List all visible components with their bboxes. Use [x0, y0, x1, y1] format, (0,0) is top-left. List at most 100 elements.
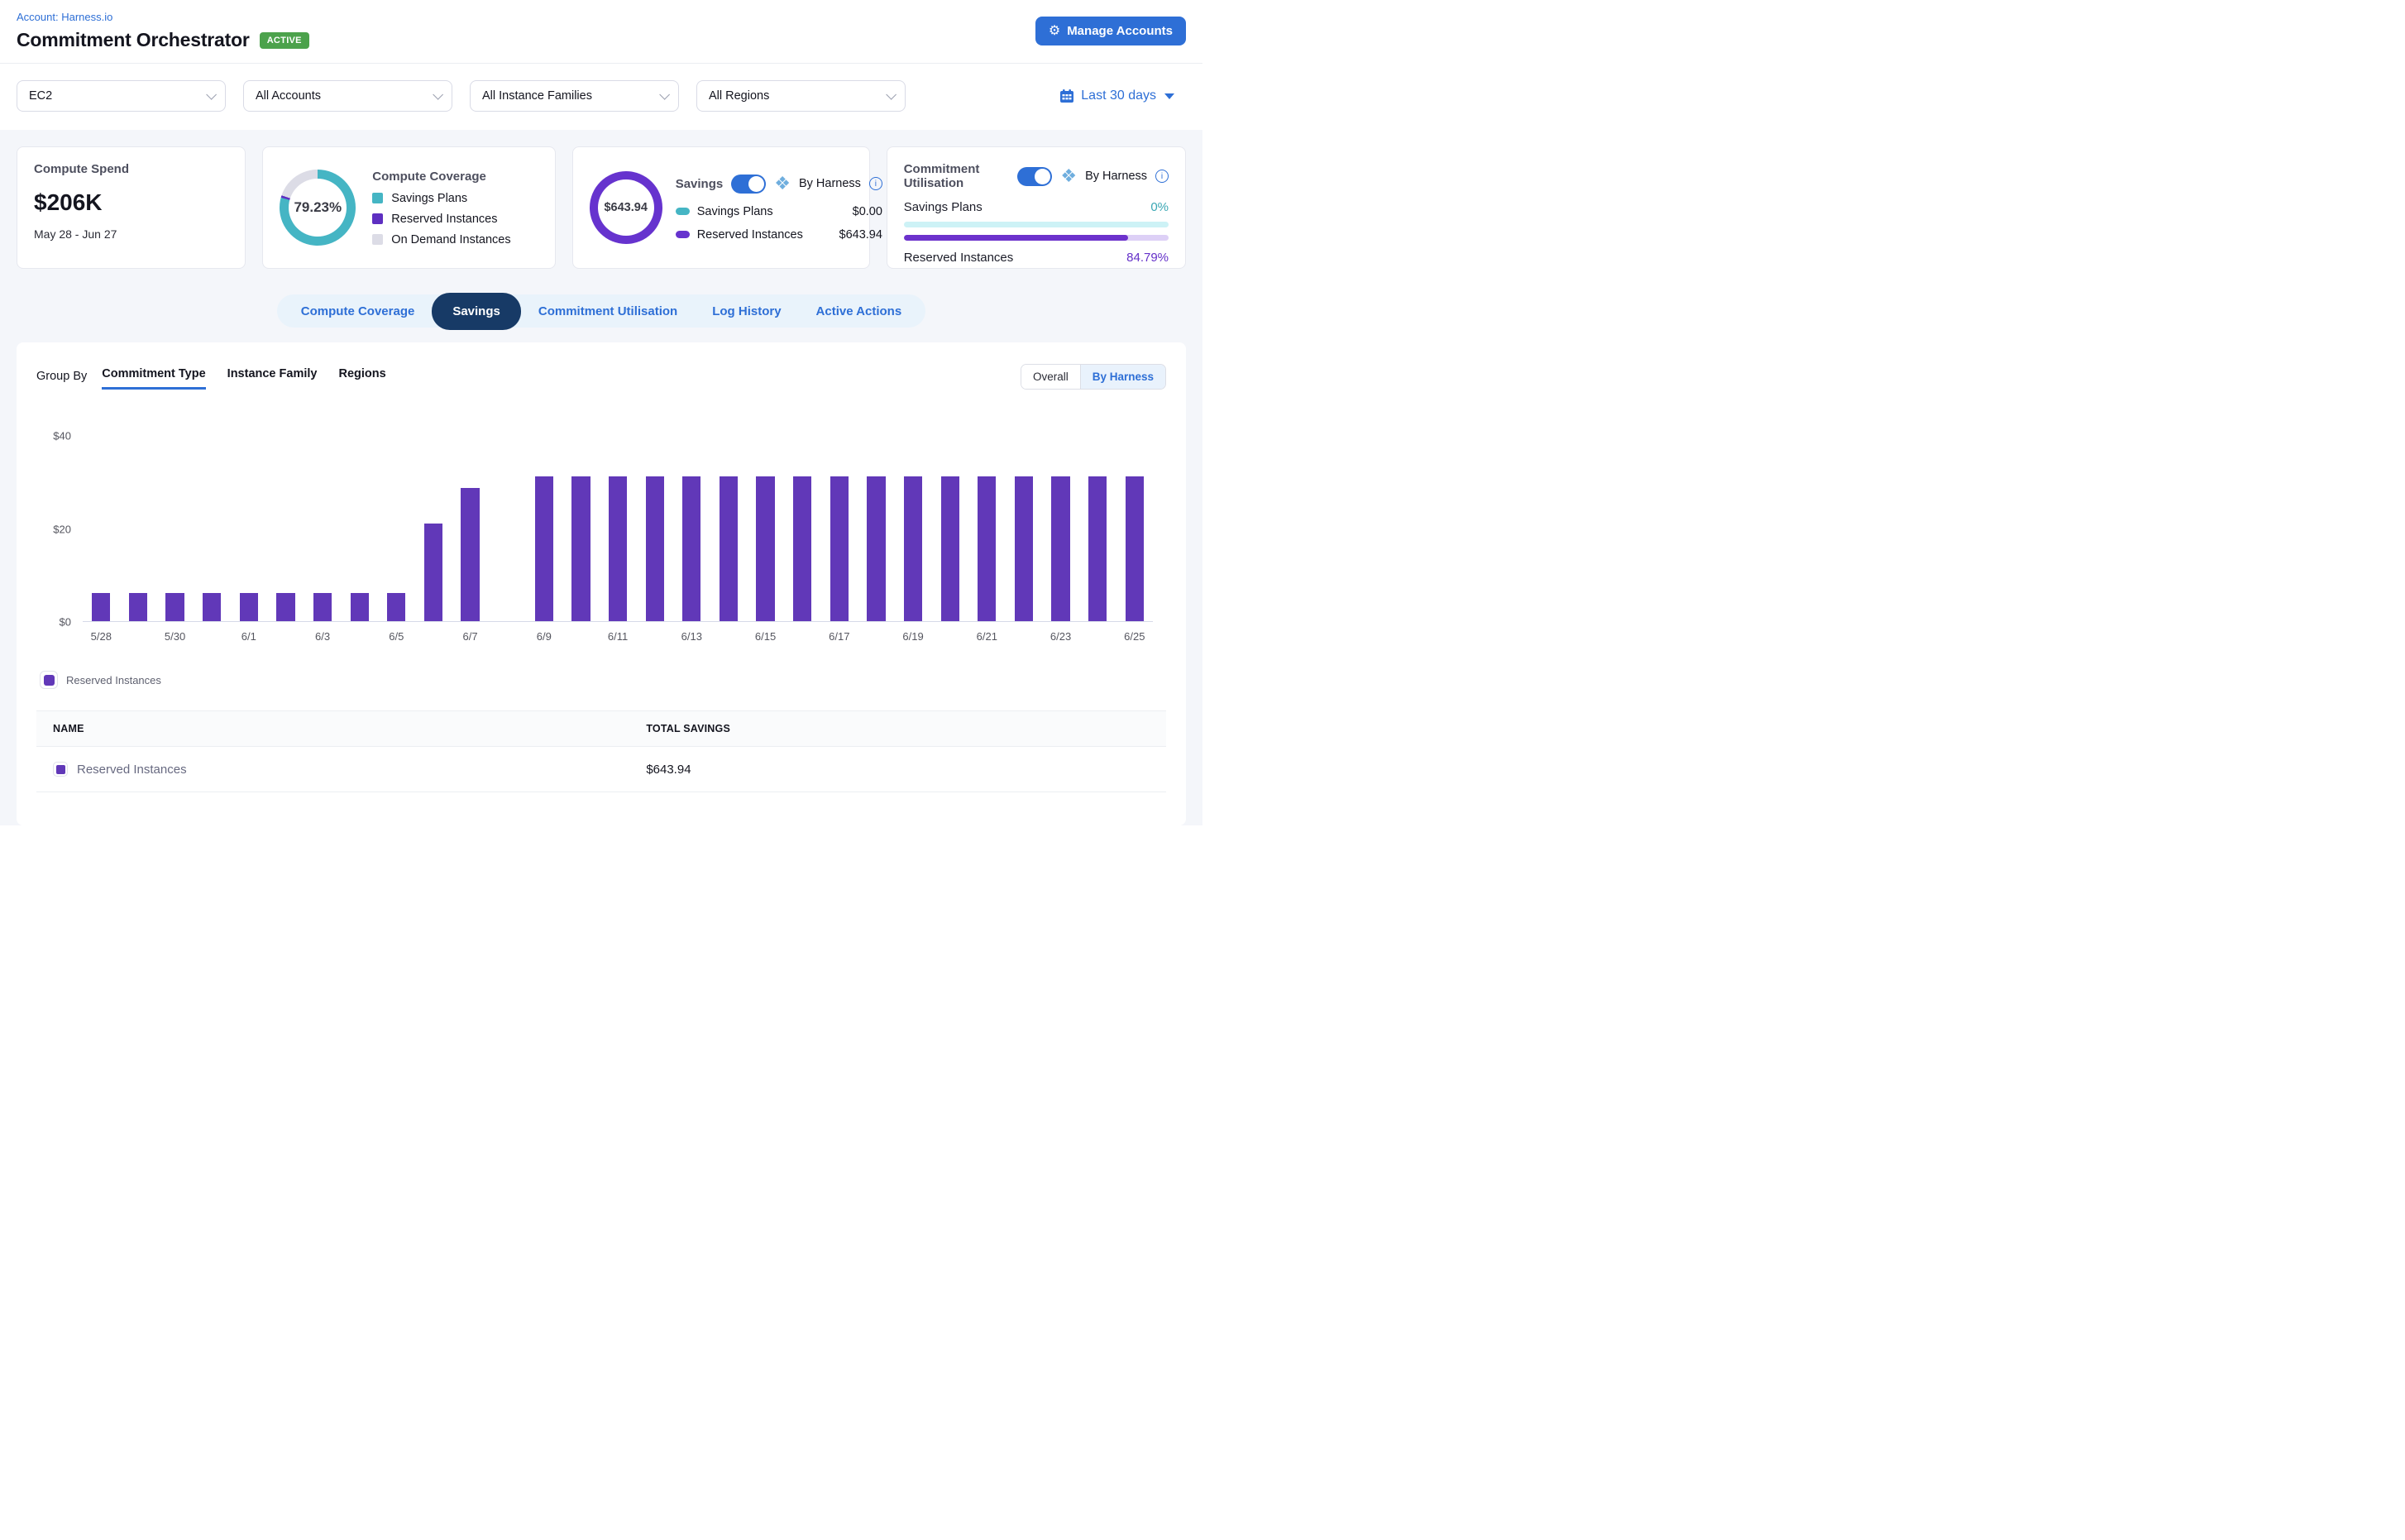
utilisation-label: Savings Plans	[904, 200, 983, 214]
table-row[interactable]: Reserved Instances$643.94	[36, 747, 1166, 792]
compute-coverage-legend: Savings PlansReserved InstancesOn Demand…	[372, 192, 510, 246]
x-tick-label: 6/15	[747, 630, 784, 643]
chart-legend: Reserved Instances	[40, 671, 1166, 689]
chart-bar[interactable]	[720, 476, 738, 621]
view-toggle-by-harness[interactable]: By Harness	[1080, 365, 1165, 389]
chart-legend-chip[interactable]	[40, 671, 58, 689]
summary-cards: Compute Spend $206K May 28 - Jun 27 79.2…	[0, 130, 1202, 269]
chart-bar[interactable]	[203, 593, 221, 621]
utilisation-by-harness-toggle[interactable]	[1017, 167, 1052, 186]
chart-bar-slot	[341, 436, 378, 621]
chart-bar-slot	[562, 436, 600, 621]
chart-bar[interactable]	[240, 593, 258, 621]
chart-bar-slot	[1116, 436, 1154, 621]
date-range-picker[interactable]: Last 30 days	[1059, 88, 1186, 103]
chart-bar[interactable]	[682, 476, 700, 621]
compute-spend-title: Compute Spend	[34, 162, 228, 176]
chart-bar[interactable]	[129, 593, 147, 621]
chart-bar[interactable]	[609, 476, 627, 621]
chart-bar[interactable]	[1088, 476, 1107, 621]
tab-log-history[interactable]: Log History	[695, 296, 798, 327]
group-by-option-instance-family[interactable]: Instance Family	[227, 367, 318, 390]
regions-dropdown-value: All Regions	[709, 89, 769, 103]
view-toggle-overall[interactable]: Overall	[1021, 365, 1080, 389]
instance-families-dropdown[interactable]: All Instance Families	[470, 80, 679, 112]
chart-bar-slot	[378, 436, 415, 621]
legend-swatch	[676, 208, 690, 215]
manage-accounts-label: Manage Accounts	[1067, 24, 1173, 38]
accounts-dropdown[interactable]: All Accounts	[243, 80, 452, 112]
chart-bar[interactable]	[424, 524, 442, 621]
info-icon[interactable]: i	[1155, 170, 1169, 183]
table-header-total-savings: TOTAL SAVINGS	[646, 723, 1163, 734]
chart-bar-slot	[83, 436, 120, 621]
chart-bar-slot	[931, 436, 968, 621]
chart-bar[interactable]	[756, 476, 774, 621]
tab-commitment-utilisation[interactable]: Commitment Utilisation	[521, 296, 695, 327]
manage-accounts-button[interactable]: ⚙ Manage Accounts	[1035, 17, 1186, 45]
savings-card: $643.94 Savings ❖ By Harness i Savings P…	[572, 146, 870, 269]
chart-bar-slot	[895, 436, 932, 621]
x-tick-label: 6/7	[452, 630, 489, 643]
tab-savings[interactable]: Savings	[432, 293, 521, 330]
regions-dropdown[interactable]: All Regions	[696, 80, 906, 112]
caret-down-icon	[1164, 93, 1174, 99]
y-tick-label: $0	[60, 616, 71, 629]
chart-bar-slot	[489, 436, 526, 621]
y-tick-label: $40	[53, 430, 71, 442]
chevron-down-icon	[659, 89, 670, 100]
chart-bar-slot	[231, 436, 268, 621]
group-by-tabs: Commitment Type Instance Family Regions	[102, 367, 407, 390]
x-tick-label: 6/1	[231, 630, 268, 643]
group-by-option-commitment-type[interactable]: Commitment Type	[102, 367, 205, 390]
utilisation-bar	[904, 222, 1169, 227]
chart-bar[interactable]	[276, 593, 294, 621]
chart-bar[interactable]	[535, 476, 553, 621]
tab-compute-coverage[interactable]: Compute Coverage	[284, 296, 433, 327]
utilisation-row-label: Savings Plans 0%	[904, 200, 1169, 214]
row-swatch-color	[56, 765, 65, 774]
chart-bar[interactable]	[904, 476, 922, 621]
table-cell-total-savings: $643.94	[646, 763, 1163, 777]
group-by-option-regions[interactable]: Regions	[338, 367, 385, 390]
chart-bar[interactable]	[387, 593, 405, 621]
tab-active-actions[interactable]: Active Actions	[799, 296, 920, 327]
service-dropdown[interactable]: EC2	[17, 80, 226, 112]
chart-bar[interactable]	[461, 488, 479, 621]
chart-bar[interactable]	[793, 476, 811, 621]
chart-bar[interactable]	[313, 593, 332, 621]
chart-bar[interactable]	[1015, 476, 1033, 621]
chart-bar[interactable]	[867, 476, 885, 621]
savings-table: NAME TOTAL SAVINGS Reserved Instances$64…	[36, 710, 1166, 792]
x-tick-label	[120, 630, 157, 643]
chart-bar[interactable]	[92, 593, 110, 621]
savings-breakdown-row: Savings Plans$0.00	[676, 205, 882, 218]
chevron-down-icon	[886, 89, 896, 100]
chart-bar[interactable]	[978, 476, 996, 621]
chart-bar[interactable]	[1051, 476, 1069, 621]
chart-bar-slot	[1006, 436, 1043, 621]
utilisation-percent: 0%	[1150, 200, 1169, 214]
chart-bar[interactable]	[830, 476, 849, 621]
chart-bar-slot	[821, 436, 858, 621]
savings-breakdown-row: Reserved Instances$643.94	[676, 228, 882, 242]
commitment-utilisation-title: Commitment Utilisation	[904, 162, 1010, 190]
savings-panel: Group By Commitment TypeInstance FamilyR…	[17, 342, 1186, 825]
chart-bar[interactable]	[571, 476, 590, 621]
main-tabs: Compute CoverageSavingsCommitment Utilis…	[277, 294, 925, 328]
chart-bar-slot	[784, 436, 821, 621]
chart-bar[interactable]	[646, 476, 664, 621]
chevron-down-icon	[433, 89, 443, 100]
account-link[interactable]: Account: Harness.io	[17, 11, 112, 23]
chart-bar[interactable]	[1126, 476, 1144, 621]
legend-item: Reserved Instances	[372, 213, 510, 226]
chart-bar[interactable]	[351, 593, 369, 621]
table-header-name: NAME	[40, 723, 646, 734]
x-tick-label	[1006, 630, 1043, 643]
chart-bar[interactable]	[165, 593, 184, 621]
chart-bar[interactable]	[941, 476, 959, 621]
savings-by-harness-toggle[interactable]	[731, 175, 766, 194]
utilisation-percent: 84.79%	[1126, 251, 1169, 265]
page: Account: Harness.io Commitment Orchestra…	[0, 0, 1202, 825]
info-icon[interactable]: i	[869, 177, 882, 190]
